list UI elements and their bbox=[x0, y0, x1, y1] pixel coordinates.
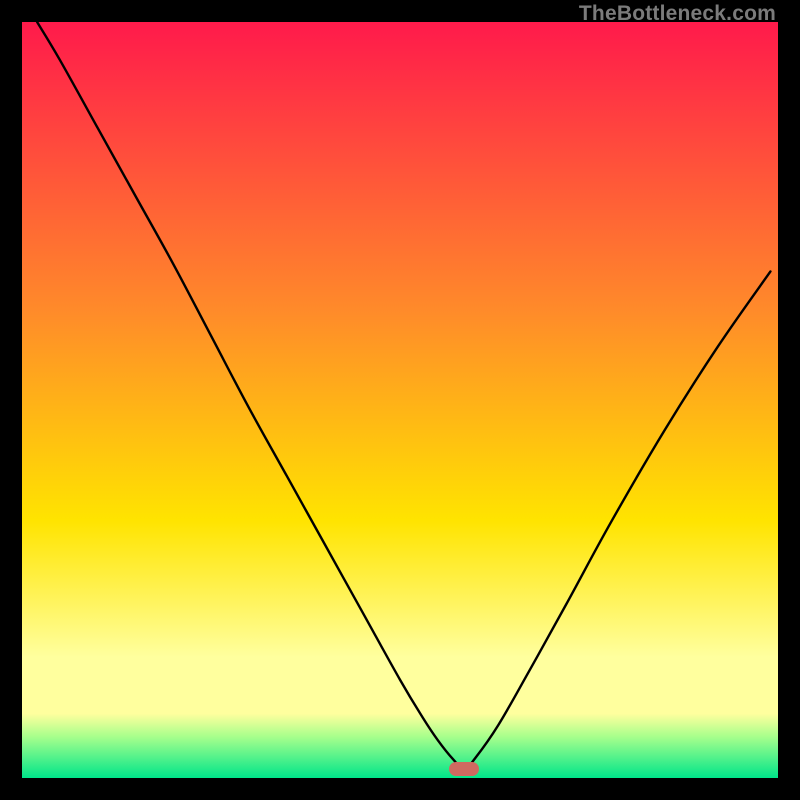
optimal-marker bbox=[449, 762, 479, 776]
watermark-text: TheBottleneck.com bbox=[579, 2, 776, 26]
plot-area bbox=[22, 22, 778, 778]
chart-frame: TheBottleneck.com bbox=[0, 0, 800, 800]
background-gradient bbox=[22, 22, 778, 778]
